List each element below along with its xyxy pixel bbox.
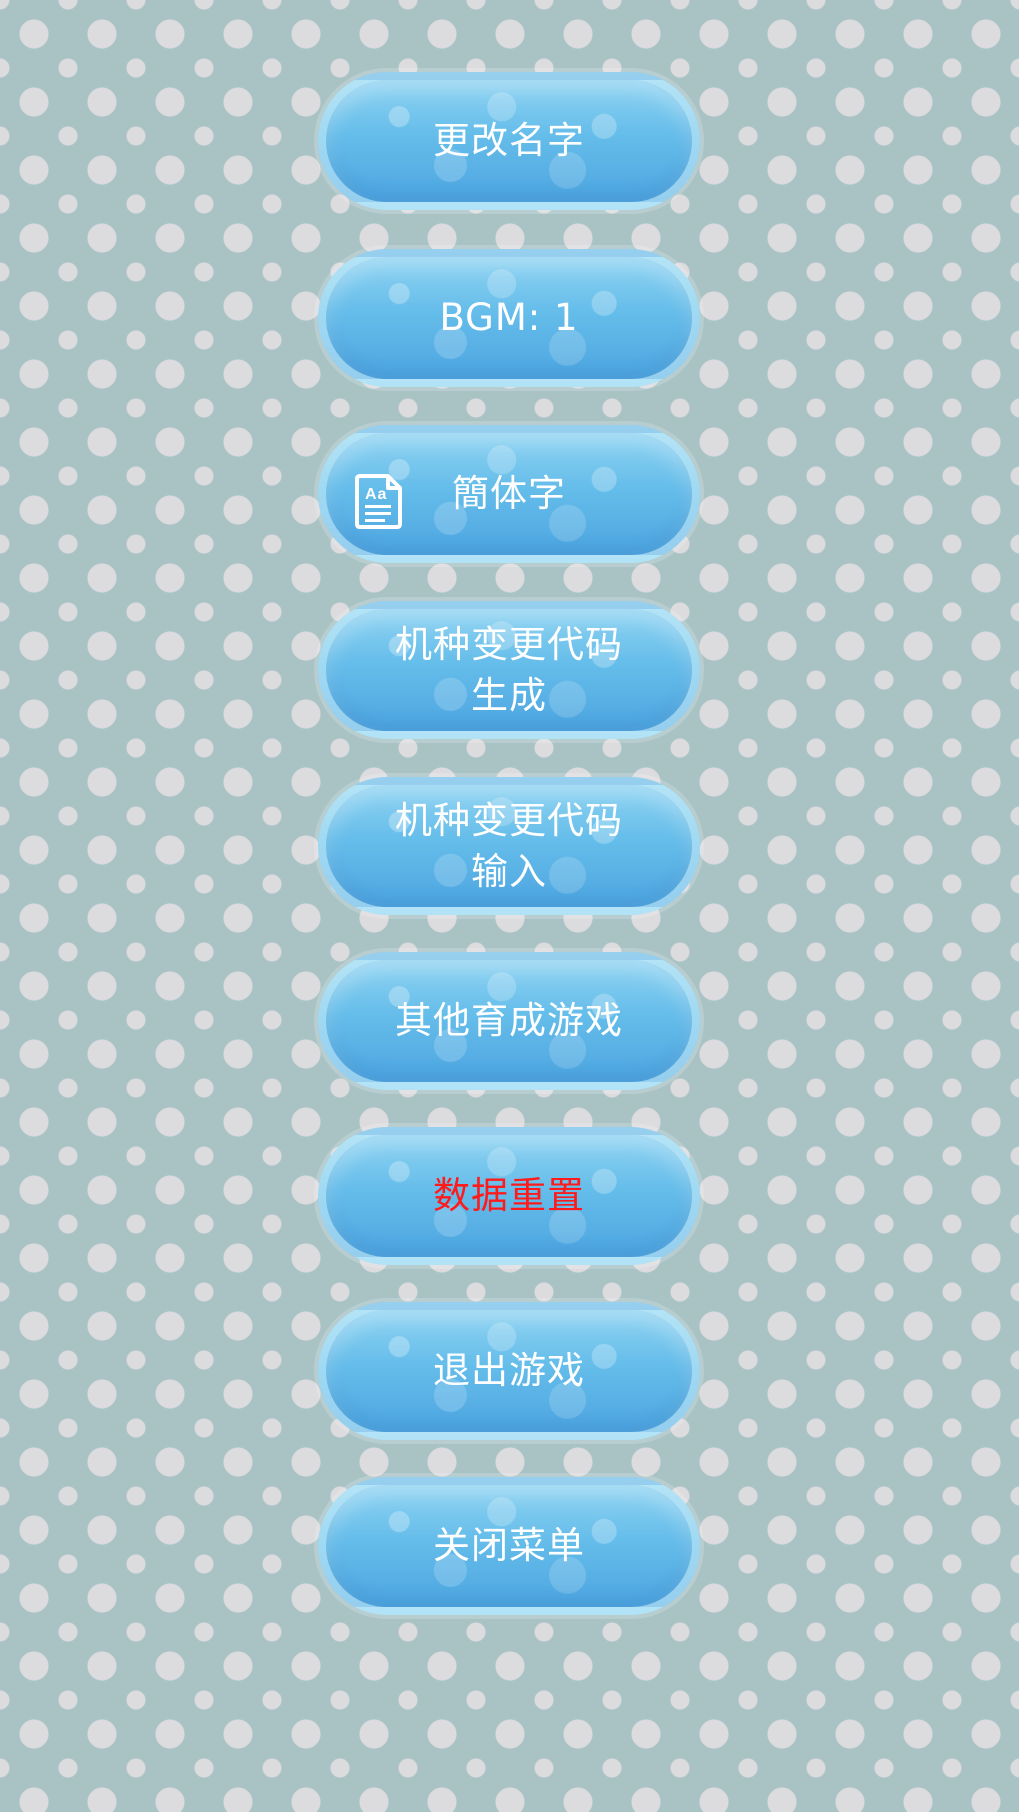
- bgm-label: BGM: 1: [439, 296, 579, 340]
- settings-menu: 更改名字 BGM: 1 Aa 簡体字 机种变更代码 生成 机种变更代码 输入 其…: [0, 0, 1019, 1812]
- device-change-code-generate-button[interactable]: 机种变更代码 生成: [318, 601, 700, 739]
- simplified-chinese-label: 簡体字: [452, 472, 566, 516]
- close-menu-label: 关闭菜单: [433, 1524, 585, 1568]
- change-name-label: 更改名字: [433, 119, 585, 163]
- change-name-button[interactable]: 更改名字: [318, 72, 700, 210]
- reset-data-button[interactable]: 数据重置: [318, 1127, 700, 1265]
- exit-game-label: 退出游戏: [433, 1349, 585, 1393]
- exit-game-button[interactable]: 退出游戏: [318, 1302, 700, 1440]
- reset-data-label: 数据重置: [433, 1174, 585, 1218]
- simplified-chinese-button[interactable]: Aa 簡体字: [318, 425, 700, 563]
- device-change-code-generate-label: 机种变更代码 生成: [395, 622, 623, 717]
- bgm-button[interactable]: BGM: 1: [318, 249, 700, 387]
- font-document-icon: Aa: [355, 474, 402, 529]
- other-games-label: 其他育成游戏: [395, 999, 623, 1043]
- close-menu-button[interactable]: 关闭菜单: [318, 1477, 700, 1615]
- svg-text:Aa: Aa: [365, 486, 387, 503]
- device-change-code-input-label: 机种变更代码 输入: [395, 798, 623, 893]
- device-change-code-input-button[interactable]: 机种变更代码 输入: [318, 777, 700, 915]
- other-games-button[interactable]: 其他育成游戏: [318, 952, 700, 1090]
